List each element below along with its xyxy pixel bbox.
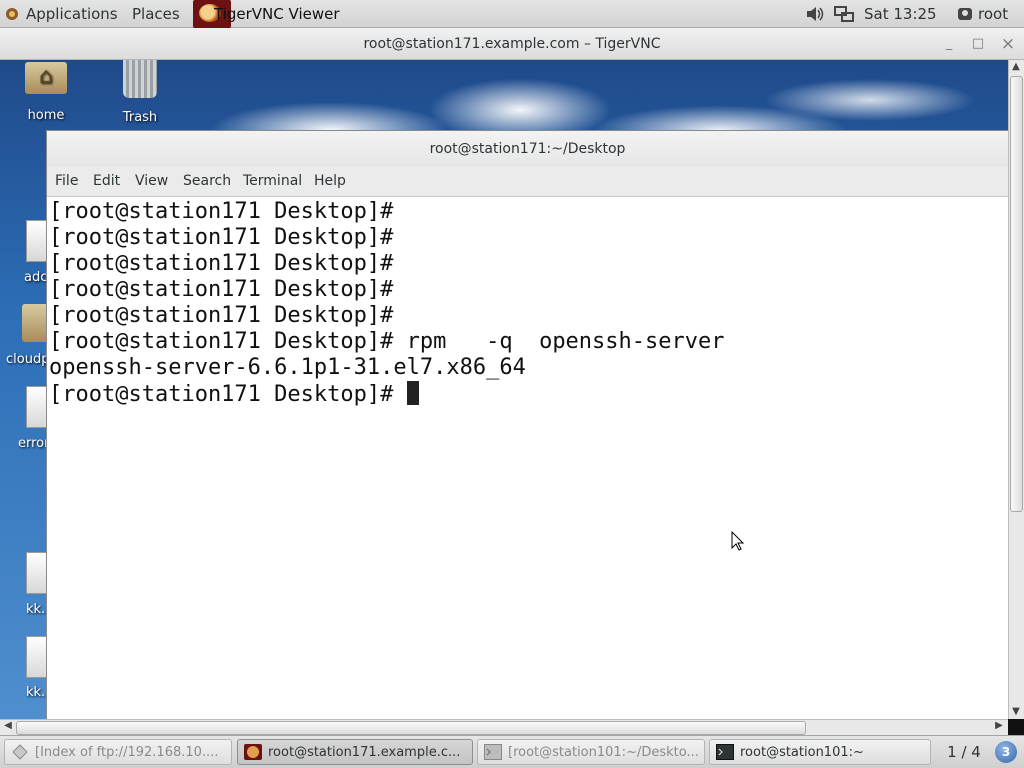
message-tray-badge[interactable]: 3 (995, 741, 1017, 763)
terminal-window[interactable]: root@station171:~/Desktop File Edit View… (46, 130, 1008, 719)
task-label: [Index of ftp://192.168.10.... (35, 745, 219, 760)
home-folder-icon (25, 62, 67, 94)
horizontal-scrollbar[interactable]: ◀ ▶ (0, 719, 1008, 735)
top-panel: Applications Places TigerVNC Viewer Sat … (0, 0, 1024, 28)
task-button-tigervnc[interactable]: root@station171.example.c... (237, 739, 473, 765)
task-label: root@station101:~ (740, 745, 864, 760)
terminal-menubar: File Edit View Search Terminal Help (47, 167, 1008, 197)
vnc-window-title: root@station171.example.com – TigerVNC (363, 36, 661, 52)
vertical-scrollbar[interactable]: ▲ ▼ (1008, 60, 1024, 719)
menu-terminal[interactable]: Terminal (243, 167, 302, 195)
menu-file[interactable]: File (55, 167, 78, 195)
scroll-right-icon[interactable]: ▶ (992, 720, 1006, 731)
terminal-output[interactable]: [root@station171 Desktop]# [root@station… (47, 197, 1008, 719)
terminal-line: [root@station171 Desktop]# rpm -q openss… (49, 329, 725, 354)
menu-edit[interactable]: Edit (93, 167, 120, 195)
desktop-icon-label: cloudp (6, 352, 50, 367)
mouse-pointer-icon (731, 531, 745, 551)
scroll-down-icon[interactable]: ▼ (1009, 706, 1023, 717)
task-button-terminal-home[interactable]: root@station101:~ (709, 739, 931, 765)
applications-icon[interactable] (4, 6, 20, 22)
desktop-icon-home[interactable]: home (18, 62, 74, 123)
menu-help[interactable]: Help (314, 167, 346, 195)
terminal-line: [root@station171 Desktop]# (49, 199, 394, 224)
minimize-button[interactable]: _ (937, 34, 961, 54)
maximize-button[interactable]: □ (966, 34, 990, 54)
task-button-firefox[interactable]: [Index of ftp://192.168.10.... (4, 739, 232, 765)
desktop-icon-trash[interactable]: Trash (112, 60, 168, 125)
vnc-window-titlebar[interactable]: root@station171.example.com – TigerVNC _… (0, 28, 1024, 60)
places-menu[interactable]: Places (132, 0, 180, 28)
volume-icon[interactable] (806, 6, 824, 22)
scroll-up-icon[interactable]: ▲ (1009, 61, 1023, 72)
desktop-icon-label: adc (24, 270, 48, 285)
active-app-menu[interactable]: TigerVNC Viewer (214, 0, 340, 28)
terminal-prompt: [root@station171 Desktop]# (49, 382, 407, 407)
terminal-line: [root@station171 Desktop]# (49, 277, 394, 302)
terminal-line: [root@station171 Desktop]# (49, 225, 394, 250)
workspace-indicator[interactable]: 1 / 4 (936, 736, 992, 768)
user-menu[interactable]: root (978, 0, 1008, 28)
terminal-icon (716, 744, 734, 760)
task-label: [root@station101:~/Deskto... (508, 745, 699, 760)
applications-menu[interactable]: Applications (26, 0, 118, 28)
menu-search[interactable]: Search (183, 167, 231, 195)
terminal-line: openssh-server-6.6.1p1-31.el7.x86_64 (49, 355, 526, 380)
terminal-line: [root@station171 Desktop]# (49, 303, 394, 328)
terminal-icon (484, 744, 502, 760)
task-button-terminal-desktop[interactable]: [root@station101:~/Deskto... (477, 739, 705, 765)
trash-icon (123, 60, 157, 98)
terminal-line: [root@station171 Desktop]# (49, 251, 394, 276)
desktop-icon-label: error (18, 436, 50, 451)
text-cursor (406, 381, 419, 405)
scrollbar-corner (1008, 719, 1024, 735)
network-icon[interactable] (834, 5, 854, 23)
tigervnc-icon (244, 744, 262, 760)
terminal-prompt-line[interactable]: [root@station171 Desktop]# (49, 381, 419, 408)
task-label: root@station171.example.c... (268, 745, 461, 760)
scroll-left-icon[interactable]: ◀ (1, 720, 15, 731)
vertical-scrollbar-thumb[interactable] (1010, 76, 1023, 512)
close-button[interactable]: × (996, 34, 1020, 54)
terminal-title[interactable]: root@station171:~/Desktop (47, 131, 1008, 167)
taskbar: [Index of ftp://192.168.10.... root@stat… (0, 735, 1024, 768)
desktop-icon-label: home (27, 108, 65, 123)
menu-view[interactable]: View (135, 167, 168, 195)
clock[interactable]: Sat 13:25 (864, 0, 937, 28)
horizontal-scrollbar-thumb[interactable] (16, 721, 806, 735)
user-icon (958, 8, 972, 20)
desktop-icon-label: Trash (122, 110, 158, 125)
desktop-icon-label: kk. (26, 685, 46, 700)
firefox-icon (12, 744, 28, 760)
remote-desktop[interactable]: home Trash adc cloudp error kk.p kk. roo… (0, 60, 1008, 719)
